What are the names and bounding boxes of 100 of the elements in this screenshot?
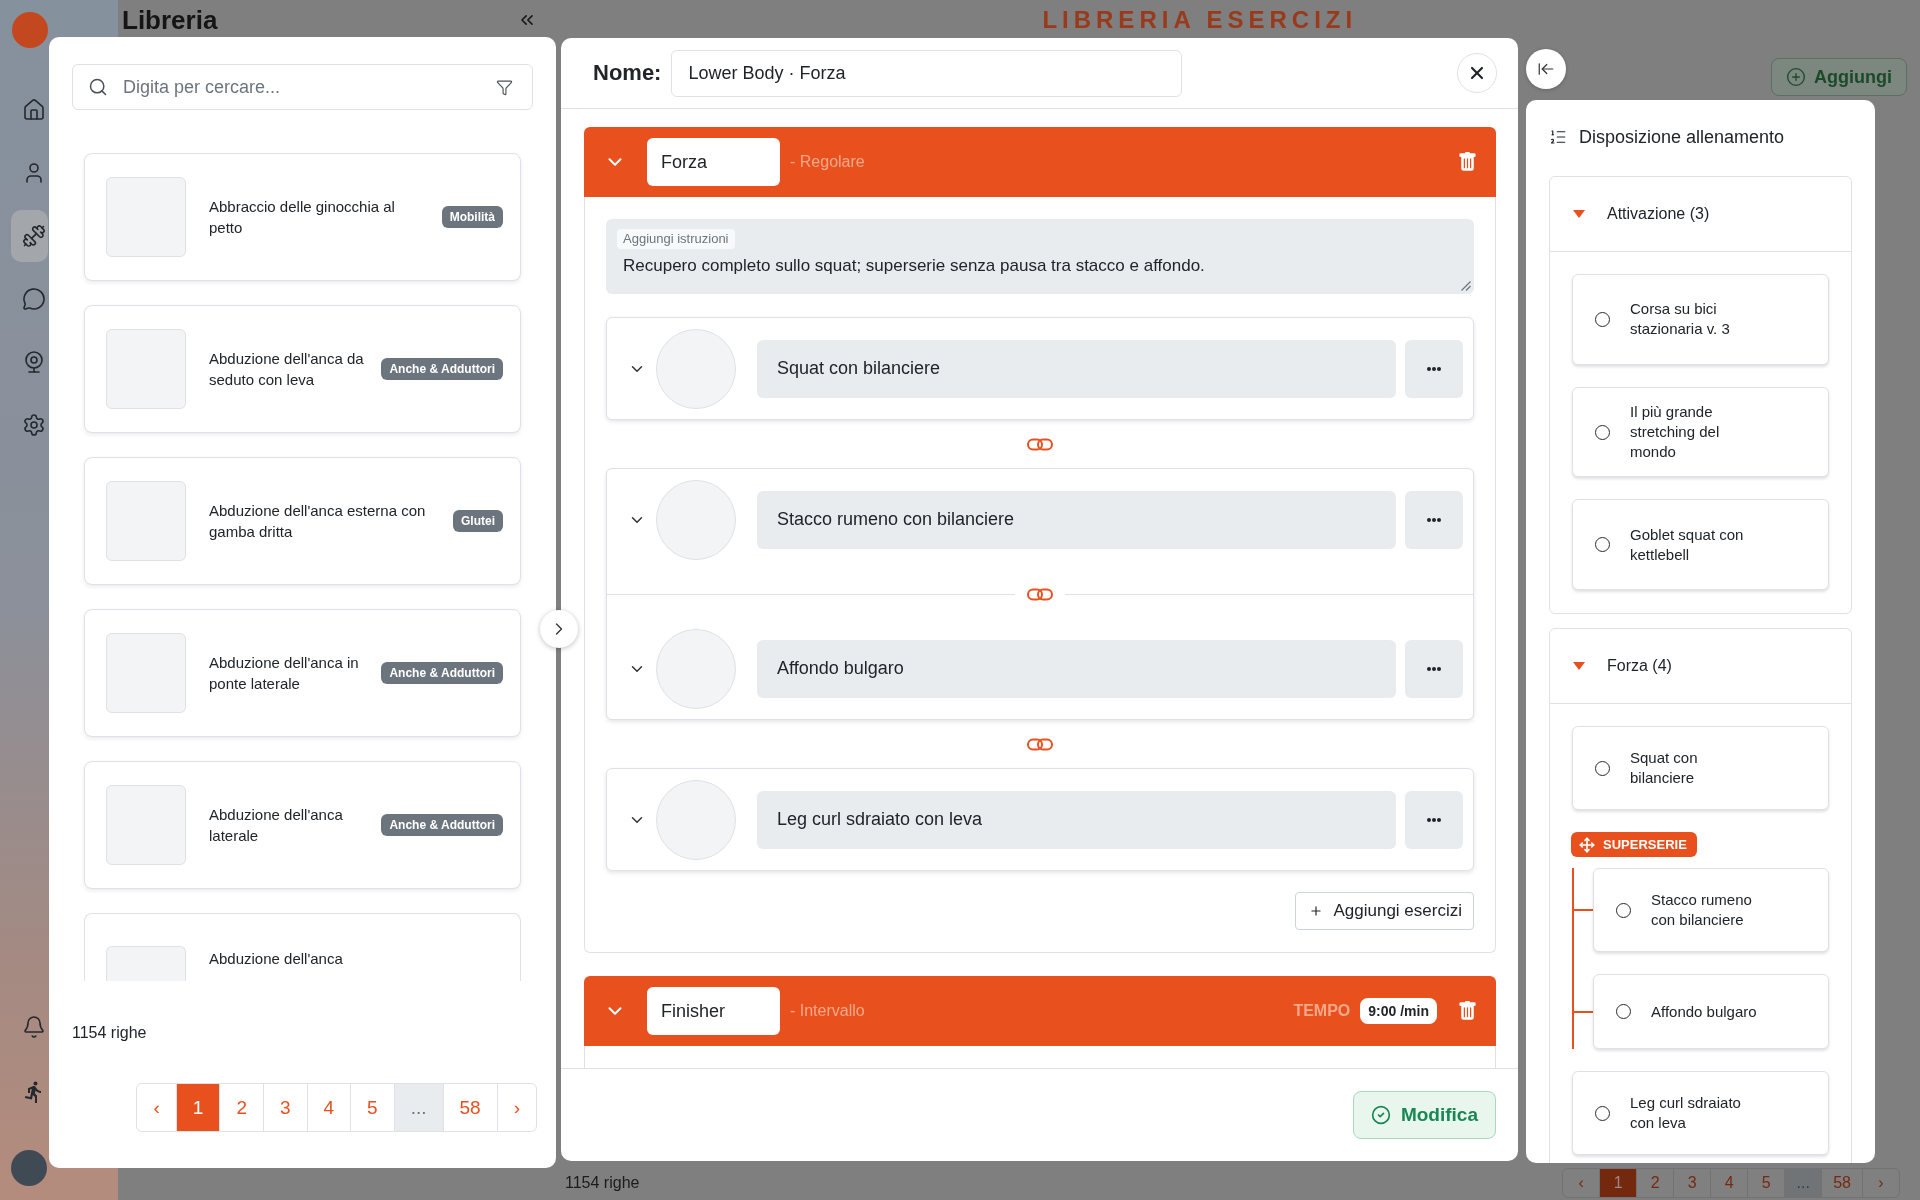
exercise-item[interactable]: Squat con bilanciere (1572, 726, 1829, 810)
time-label: TEMPO (1293, 1002, 1351, 1020)
exercise-name-field[interactable]: Stacco rumeno con bilanciere (757, 490, 1396, 549)
exercise-name: Abduzione dell'anca esterna con gamba dritta (209, 501, 427, 542)
section-type: - Regolare (790, 153, 865, 171)
exercise-name: Corsa su bici stazionaria v. 3 (1630, 299, 1731, 340)
exercise-card[interactable]: Abduzione dell'anca da seduto con leva Anche & Adduttori (84, 305, 521, 433)
radio-button[interactable] (1616, 1004, 1631, 1019)
caret-down-icon[interactable] (1573, 662, 1585, 670)
time-badge: 9:00 /min (1360, 998, 1437, 1024)
exercise-card[interactable]: Abduzione dell'anca (84, 913, 521, 981)
section-name-field[interactable]: Finisher (647, 987, 780, 1035)
name-field[interactable]: Lower Body · Forza (671, 49, 1183, 97)
exercise-card[interactable]: Abduzione dell'anca esterna con gamba dritta Glutei (84, 457, 521, 585)
exercise-name: Abduzione dell'anca laterale (209, 805, 344, 846)
row-count: 1154 righe (72, 1023, 147, 1043)
add-exercises-button[interactable]: Aggiungi esercizi (1295, 892, 1474, 930)
plus-circle-icon (1786, 67, 1806, 87)
nav-item[interactable] (11, 210, 48, 262)
webcam-icon (22, 350, 46, 374)
page-button[interactable]: 5 (350, 1083, 395, 1132)
exercise-name: Affondo bulgaro (1651, 1001, 1757, 1022)
chat-icon (22, 287, 46, 311)
search-icon (88, 77, 108, 97)
exercise-name-field[interactable]: Leg curl sdraiato con leva (757, 790, 1396, 849)
page-button[interactable]: 1 (175, 1083, 221, 1132)
category-tag: Anche & Adduttori (381, 814, 503, 836)
close-button[interactable] (1457, 53, 1497, 93)
page-title: Libreria (122, 5, 218, 35)
exercise-name: Abduzione dell'anca (209, 949, 344, 969)
radio-button[interactable] (1595, 537, 1610, 553)
page-button[interactable]: 3 (262, 1083, 308, 1132)
save-button[interactable]: Modifica (1352, 1091, 1496, 1139)
radio-button[interactable] (1595, 311, 1610, 327)
exercise-name-field[interactable]: Affondo bulgaro (757, 639, 1396, 698)
bell-icon (22, 1015, 46, 1039)
link-icon (1027, 587, 1053, 601)
exercise-item[interactable]: Leg curl sdraiato con leva (1572, 1071, 1829, 1155)
trash-icon[interactable] (1459, 1001, 1476, 1021)
exercise-item[interactable]: Stacco rumeno con bilanciere (1593, 868, 1829, 952)
exercise-name: Leg curl sdraiato con leva (1630, 1093, 1742, 1133)
section-type: - Intervallo (790, 1002, 865, 1020)
page-button[interactable]: 58 (442, 1083, 498, 1132)
ellipsis-icon (1427, 517, 1441, 522)
move-icon (1579, 836, 1595, 853)
avatar-placeholder[interactable] (11, 1150, 47, 1186)
link-icon (1027, 737, 1053, 751)
ellipsis-icon (1427, 666, 1441, 671)
radio-button[interactable] (1595, 1105, 1610, 1121)
name-label: Nome: (593, 60, 662, 86)
radio-button[interactable] (1616, 902, 1631, 918)
page-button[interactable]: 2 (219, 1083, 264, 1132)
search-field[interactable]: Digita per cercare... (72, 64, 533, 110)
exercise-card[interactable]: Abduzione dell'anca in ponte laterale Anche & Adduttori (84, 609, 521, 737)
category-tag: Glutei (453, 510, 503, 532)
page-button[interactable]: 4 (306, 1083, 352, 1132)
group-title: Attivazione (3) (1607, 205, 1710, 223)
filter-icon[interactable] (496, 79, 513, 96)
arrow-left-to-bar-icon (1537, 60, 1555, 78)
radio-button[interactable] (1595, 760, 1610, 776)
category-tag: Anche & Adduttori (381, 358, 503, 380)
category-tag: Anche & Adduttori (381, 662, 503, 684)
exercise-item[interactable]: Il più grande stretching del mondo (1572, 386, 1829, 478)
plus-icon (1309, 904, 1324, 918)
exercise-name: Il più grande stretching del mondo (1630, 402, 1721, 462)
caret-down-icon[interactable] (1573, 210, 1585, 218)
resize-handle-icon[interactable] (1461, 281, 1471, 291)
ellipsis-icon (1427, 817, 1441, 822)
exercise-name: Abduzione dell'anca in ponte laterale (209, 653, 360, 694)
exercise-card[interactable]: Abduzione dell'anca laterale Anche & Adduttori (84, 761, 521, 889)
section-name-field[interactable]: Forza (647, 138, 780, 186)
house-icon (22, 98, 46, 122)
group-title: Forza (4) (1607, 657, 1672, 675)
field-label: Aggiungi istruzioni (617, 229, 735, 249)
page-button[interactable]: › (496, 1083, 537, 1132)
numbered-list-icon (1549, 128, 1567, 146)
banner-title: LIBRERIA ESERCIZI (1042, 6, 1358, 34)
panel-title: Disposizione allenamento (1579, 126, 1785, 148)
trash-icon[interactable] (1459, 152, 1476, 172)
exercise-item[interactable]: Goblet squat con kettlebell (1572, 499, 1829, 590)
exercise-name-field[interactable]: Squat con bilanciere (757, 339, 1396, 398)
superset-badge: SUPERSERIE (1571, 832, 1697, 857)
row-count: 1154 righe (565, 1174, 640, 1192)
ellipsis-icon (1427, 366, 1441, 371)
category-tag: Mobilità (441, 206, 503, 228)
settings-icon (22, 413, 46, 437)
exercise-item[interactable]: Corsa su bici stazionaria v. 3 (1572, 274, 1829, 365)
instructions-field[interactable]: Aggiungi istruzioni Recupero completo sullo squat; superserie senza pausa tra stacco e affondo. (606, 219, 1474, 294)
exercise-name: Stacco rumeno con bilanciere (1651, 890, 1753, 930)
dumbbell-icon (22, 224, 46, 248)
exercise-name: Abduzione dell'anca da seduto con leva (209, 349, 365, 390)
exercise-name: Goblet squat con kettlebell (1630, 524, 1745, 565)
radio-button[interactable] (1595, 424, 1610, 440)
check-circle-icon (1370, 1105, 1391, 1125)
exercise-card[interactable]: Abbraccio delle ginocchia al petto Mobilità (84, 153, 521, 281)
exercise-name: Squat con bilanciere (1630, 748, 1699, 788)
page-button[interactable]: ‹ (136, 1083, 177, 1132)
exercise-name: Abbraccio delle ginocchia al petto (209, 197, 396, 238)
link-icon (1027, 437, 1053, 451)
exercise-item[interactable]: Affondo bulgaro (1593, 974, 1829, 1049)
